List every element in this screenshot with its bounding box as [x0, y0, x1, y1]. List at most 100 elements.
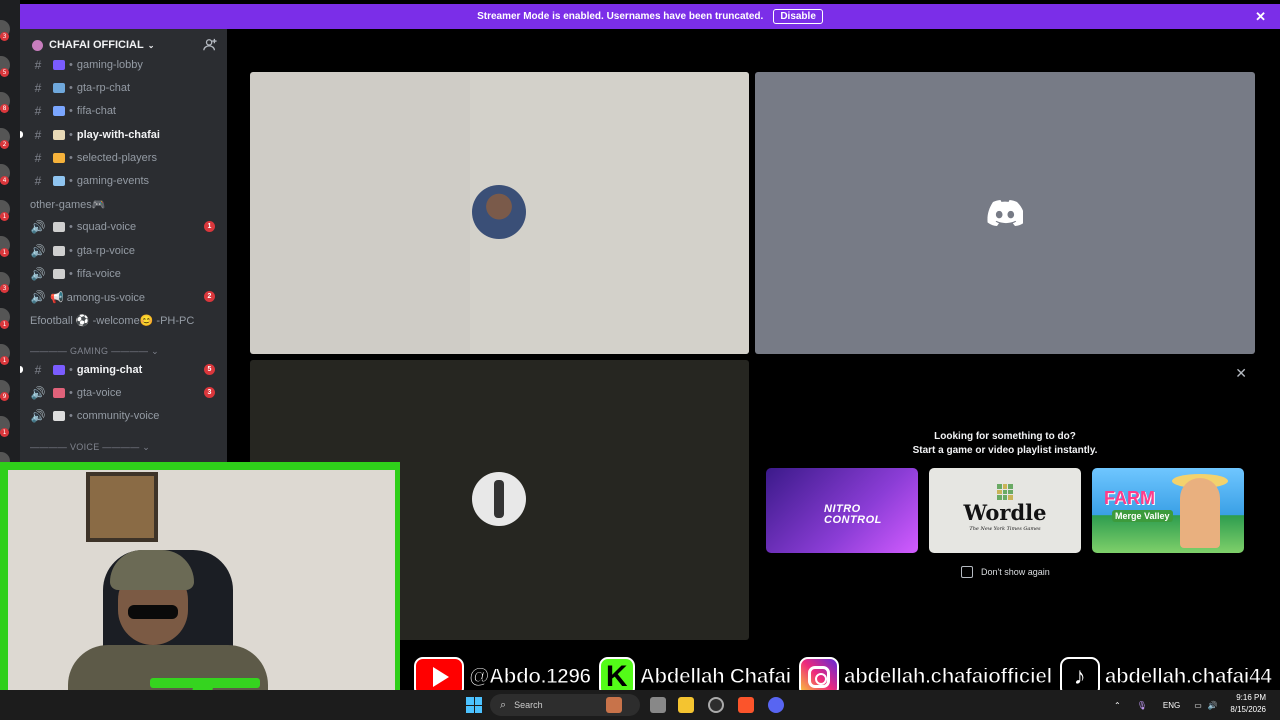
server-name: CHAFAI OFFICIAL	[49, 39, 144, 51]
language-indicator[interactable]: ENG	[1163, 701, 1180, 710]
streamer-cap	[110, 550, 194, 590]
channel-among-us-voice[interactable]: 🔊 📢 among-us-voice 2	[20, 286, 227, 308]
channel-emoji-icon	[53, 176, 65, 186]
discord-logo-icon	[987, 200, 1023, 226]
unread-indicator	[20, 366, 23, 373]
text-channel-icon: #	[34, 58, 42, 72]
card-subtitle: The New York Times Games	[969, 526, 1041, 532]
channel-label: community-voice	[76, 410, 160, 423]
separator-dot: •	[69, 82, 73, 95]
system-tray: ⌃ 🎙 ENG ▭ 🔊	[1114, 690, 1218, 720]
channel-label: gta-voice	[76, 387, 122, 400]
obs-icon[interactable]	[708, 697, 724, 713]
channel-fifa-voice[interactable]: 🔊 • fifa-voice	[20, 263, 227, 285]
channel-selected-players[interactable]: # • selected-players	[20, 147, 227, 169]
server-badge: 1	[0, 320, 9, 329]
server-badge: 2	[0, 140, 9, 149]
activity-card-nitro-control[interactable]: NITRO CONTROL	[766, 468, 918, 553]
brave-browser-icon[interactable]	[738, 697, 754, 713]
mention-badge: 2	[204, 291, 215, 302]
channel-community-voice[interactable]: 🔊 • community-voice	[20, 405, 227, 427]
server-badge: 3	[0, 284, 9, 293]
channel-gta-voice[interactable]: 🔊 • gta-voice 3	[20, 382, 227, 404]
channel-label: gta-rp-voice	[76, 244, 135, 257]
instagram-handle: abdellah.chafaiofficiel	[843, 665, 1052, 689]
close-icon[interactable]: ✕	[1255, 9, 1266, 25]
channel-emoji-icon	[53, 388, 65, 399]
activity-subheading: Start a game or video playlist instantly…	[912, 445, 1098, 456]
category-voice[interactable]: ———— VOICE ———— ⌄	[30, 442, 150, 453]
channel-label: Efootball ⚽ -welcome😊 -PH-PC	[30, 314, 195, 327]
channel-emoji-icon	[53, 129, 65, 140]
channel-gaming-events[interactable]: # • gaming-events	[20, 170, 227, 192]
discord-taskbar-icon[interactable]	[768, 697, 784, 713]
windows-start-icon[interactable]	[466, 697, 482, 713]
activity-card-farm-merge-valley[interactable]: FARM Merge Valley	[1092, 468, 1244, 553]
file-explorer-icon[interactable]	[678, 697, 694, 713]
channel-squad-voice[interactable]: 🔊 • squad-voice 1	[20, 216, 227, 238]
channel-fifa-chat[interactable]: # • fifa-chat	[20, 100, 227, 122]
search-icon: ⌕	[500, 698, 507, 711]
chevron-up-icon[interactable]: ⌃	[1114, 701, 1121, 710]
channel-emoji-icon	[53, 152, 65, 163]
channel-gta-rp-voice[interactable]: 🔊 • gta-rp-voice	[20, 240, 227, 262]
text-channel-icon: #	[34, 127, 42, 142]
checkbox-icon[interactable]	[961, 566, 973, 578]
activity-card-wordle[interactable]: Wordle The New York Times Games	[929, 468, 1081, 553]
dont-show-again-checkbox[interactable]: Don't show again	[961, 566, 1050, 578]
clock-date: 8/15/2026	[1230, 705, 1266, 714]
channel-label: gaming-lobby	[76, 59, 143, 71]
voice-channel-icon: 🔊	[30, 290, 46, 304]
activity-heading: Looking for something to do?	[934, 431, 1076, 442]
separator-dot: •	[69, 244, 73, 257]
add-member-icon[interactable]	[203, 38, 217, 52]
separator-dot: •	[69, 151, 73, 164]
separator-dot: •	[69, 364, 73, 376]
character-illustration	[1180, 478, 1220, 548]
voice-channel-icon: 🔊	[30, 386, 46, 401]
banner-message: Streamer Mode is enabled. Usernames have…	[477, 11, 764, 22]
channel-emoji-icon	[53, 268, 65, 279]
taskbar-clock[interactable]: 9:16 PM 8/15/2026	[1230, 692, 1266, 716]
server-badge: 8	[0, 104, 9, 113]
dont-show-again-label: Don't show again	[981, 567, 1050, 577]
channel-gta-rp-chat[interactable]: # • gta-rp-chat	[20, 77, 227, 99]
taskbar-app-icon[interactable]	[606, 697, 622, 713]
channel-gaming-chat[interactable]: # • gaming-chat 5	[20, 359, 227, 381]
channel-emoji-icon	[53, 222, 65, 233]
voice-channel-icon: 🔊	[30, 266, 46, 281]
youtube-handle: @Abdo.1296	[469, 665, 592, 689]
voice-channel-icon: 🔊	[30, 243, 46, 258]
volume-icon[interactable]: 🔊	[1208, 701, 1218, 710]
close-icon[interactable]: ✕	[1235, 365, 1247, 382]
unread-indicator	[20, 130, 23, 138]
text-channel-icon: #	[34, 81, 42, 96]
separator-dot: •	[69, 267, 73, 280]
category-gaming[interactable]: ———— GAMING ———— ⌄	[30, 346, 159, 357]
separator-dot: •	[69, 175, 73, 187]
channel-label: other-games🎮	[30, 198, 106, 211]
text-channel-icon: #	[34, 363, 42, 377]
video-tile-2[interactable]	[755, 72, 1255, 354]
activity-title: Looking for something to do? Start a gam…	[755, 430, 1255, 458]
windows-taskbar: ⌕ Search ⌃ 🎙 ENG ▭ 🔊 9:16 PM 8/15/2026	[0, 690, 1280, 720]
channel-emoji-icon	[53, 83, 65, 94]
channel-other-games[interactable]: other-games🎮	[20, 193, 227, 215]
network-icon[interactable]: ▭	[1194, 701, 1202, 710]
tiktok-handle: abdellah.chafai44	[1104, 665, 1272, 689]
channel-play-with-chafai[interactable]: # • play-with-chafai	[20, 124, 227, 146]
webcam-overlay	[0, 462, 400, 690]
channel-gaming-lobby[interactable]: # • gaming-lobby	[20, 54, 227, 76]
channel-label: fifa-chat	[76, 105, 116, 118]
channel-emoji-icon	[53, 245, 65, 256]
wordle-grid-icon	[997, 484, 1013, 500]
task-view-icon[interactable]	[650, 697, 666, 713]
server-badge: 5	[0, 68, 9, 77]
disable-streamer-mode-button[interactable]: Disable	[773, 9, 823, 24]
channel-efootball-welcome-ph-pc[interactable]: Efootball ⚽ -welcome😊 -PH-PC	[20, 309, 227, 331]
mention-badge: 5	[204, 364, 215, 375]
separator-dot: •	[69, 221, 73, 234]
video-tile-1[interactable]	[250, 72, 749, 354]
separator-dot: •	[69, 128, 73, 141]
microphone-icon[interactable]: 🎙	[1137, 701, 1147, 710]
